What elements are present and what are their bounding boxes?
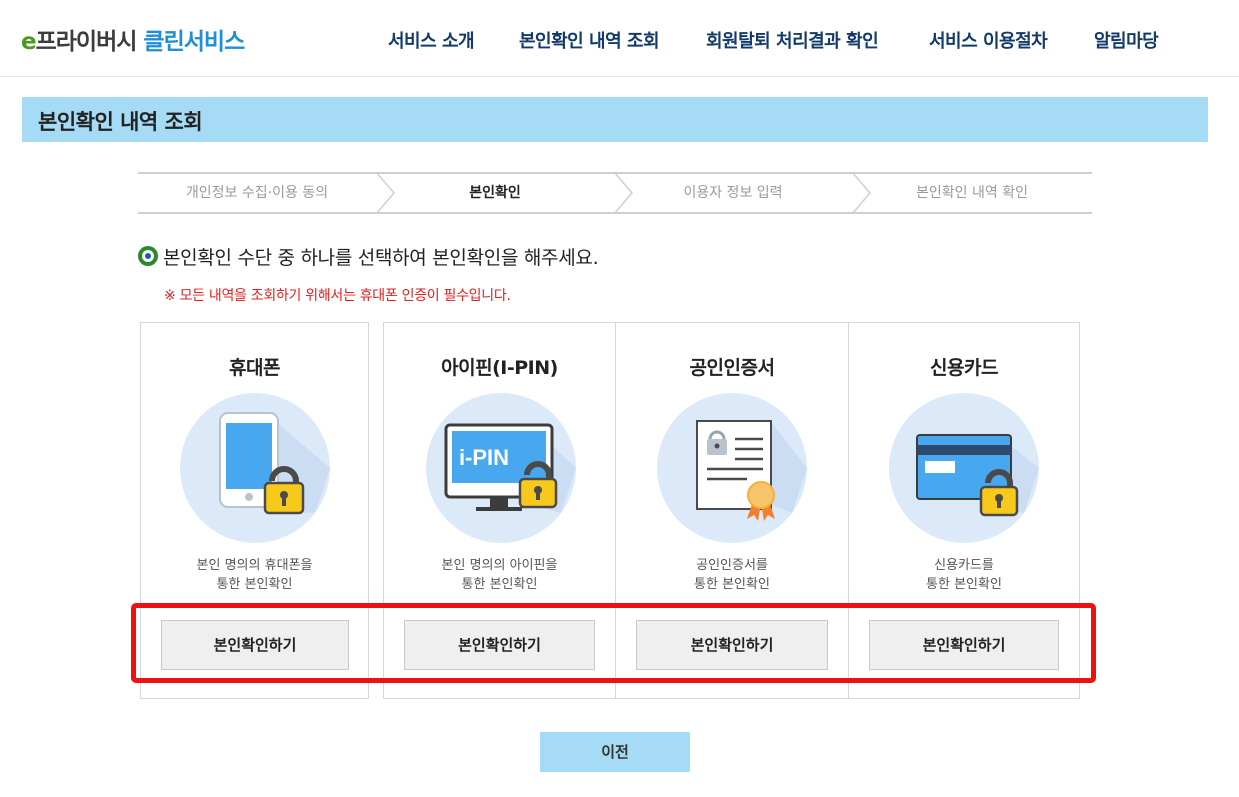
verify-certificate-button[interactable]: 본인확인하기 — [636, 620, 828, 670]
method-description: 신용카드를 통한 본인확인 — [926, 558, 1002, 592]
method-title: 휴대폰 — [229, 357, 280, 379]
verify-mobile-button[interactable]: 본인확인하기 — [161, 620, 349, 670]
nav-item-history-lookup[interactable]: 본인확인 내역 조회 — [519, 27, 660, 53]
method-description: 본인 명의의 아이핀을 통한 본인확인 — [441, 558, 558, 592]
step-history-check: 본인확인 내역 확인 — [916, 185, 1028, 201]
progress-steps: 개인정보 수집·이용 동의 본인확인 이용자 정보 입력 본인확인 내역 확인 — [138, 172, 1092, 214]
bullet-icon — [138, 246, 158, 266]
method-description: 본인 명의의 휴대폰을 통한 본인확인 — [196, 558, 313, 592]
nav-item-notice[interactable]: 알림마당 — [1094, 27, 1159, 53]
certificate-icon — [657, 393, 807, 543]
method-title: 신용카드 — [930, 357, 998, 379]
nav-item-withdrawal-result[interactable]: 회원탈퇴 처리결과 확인 — [706, 27, 879, 53]
method-card-credit-card: 신용카드 신용카드를 통한 본인확인 본인확인하기 — [848, 322, 1080, 699]
method-card-mobile: 휴대폰 본인 명의의 휴대폰을 통한 본인확인 본인확인하기 — [140, 322, 369, 699]
verify-ipin-button[interactable]: 본인확인하기 — [404, 620, 595, 670]
page-title-bar: 본인확인 내역 조회 — [22, 97, 1208, 142]
method-description: 공인인증서를 통한 본인확인 — [694, 558, 770, 592]
site-header: e프라이버시 클린서비스 서비스 소개 본인확인 내역 조회 회원탈퇴 처리결과… — [0, 0, 1239, 77]
mobile-required-notice: ※ 모든 내역을 조회하기 위해서는 휴대폰 인증이 필수입니다. — [164, 288, 511, 304]
page-title: 본인확인 내역 조회 — [38, 110, 203, 134]
method-title: 아이핀(I-PIN) — [441, 357, 558, 379]
step-consent: 개인정보 수집·이용 동의 — [185, 185, 329, 201]
nav-item-usage-procedure[interactable]: 서비스 이용절차 — [929, 27, 1048, 53]
step-identity-verify: 본인확인 — [469, 185, 521, 201]
ipin-icon-text: i-PIN — [459, 445, 509, 470]
mobile-phone-lock-icon — [180, 393, 330, 543]
main-nav: 서비스 소개 본인확인 내역 조회 회원탈퇴 처리결과 확인 서비스 이용절차 … — [0, 27, 1239, 53]
method-title: 공인인증서 — [689, 357, 775, 379]
credit-card-lock-icon — [889, 393, 1039, 543]
method-card-ipin: 아이핀(I-PIN) i-PIN 본인 명의의 아이핀을 통한 본인확인 본인확… — [383, 322, 616, 699]
method-card-certificate: 공인인증서 공인인증서를 통한 본인확인 본인확인하기 — [615, 322, 849, 699]
ipin-monitor-lock-icon: i-PIN — [426, 393, 576, 543]
instruction-text: 본인확인 수단 중 하나를 선택하여 본인확인을 해주세요. — [163, 247, 599, 269]
step-user-info: 이용자 정보 입력 — [683, 185, 783, 201]
verify-credit-card-button[interactable]: 본인확인하기 — [869, 620, 1059, 670]
nav-item-service-intro[interactable]: 서비스 소개 — [388, 27, 475, 53]
prev-button[interactable]: 이전 — [540, 732, 690, 772]
